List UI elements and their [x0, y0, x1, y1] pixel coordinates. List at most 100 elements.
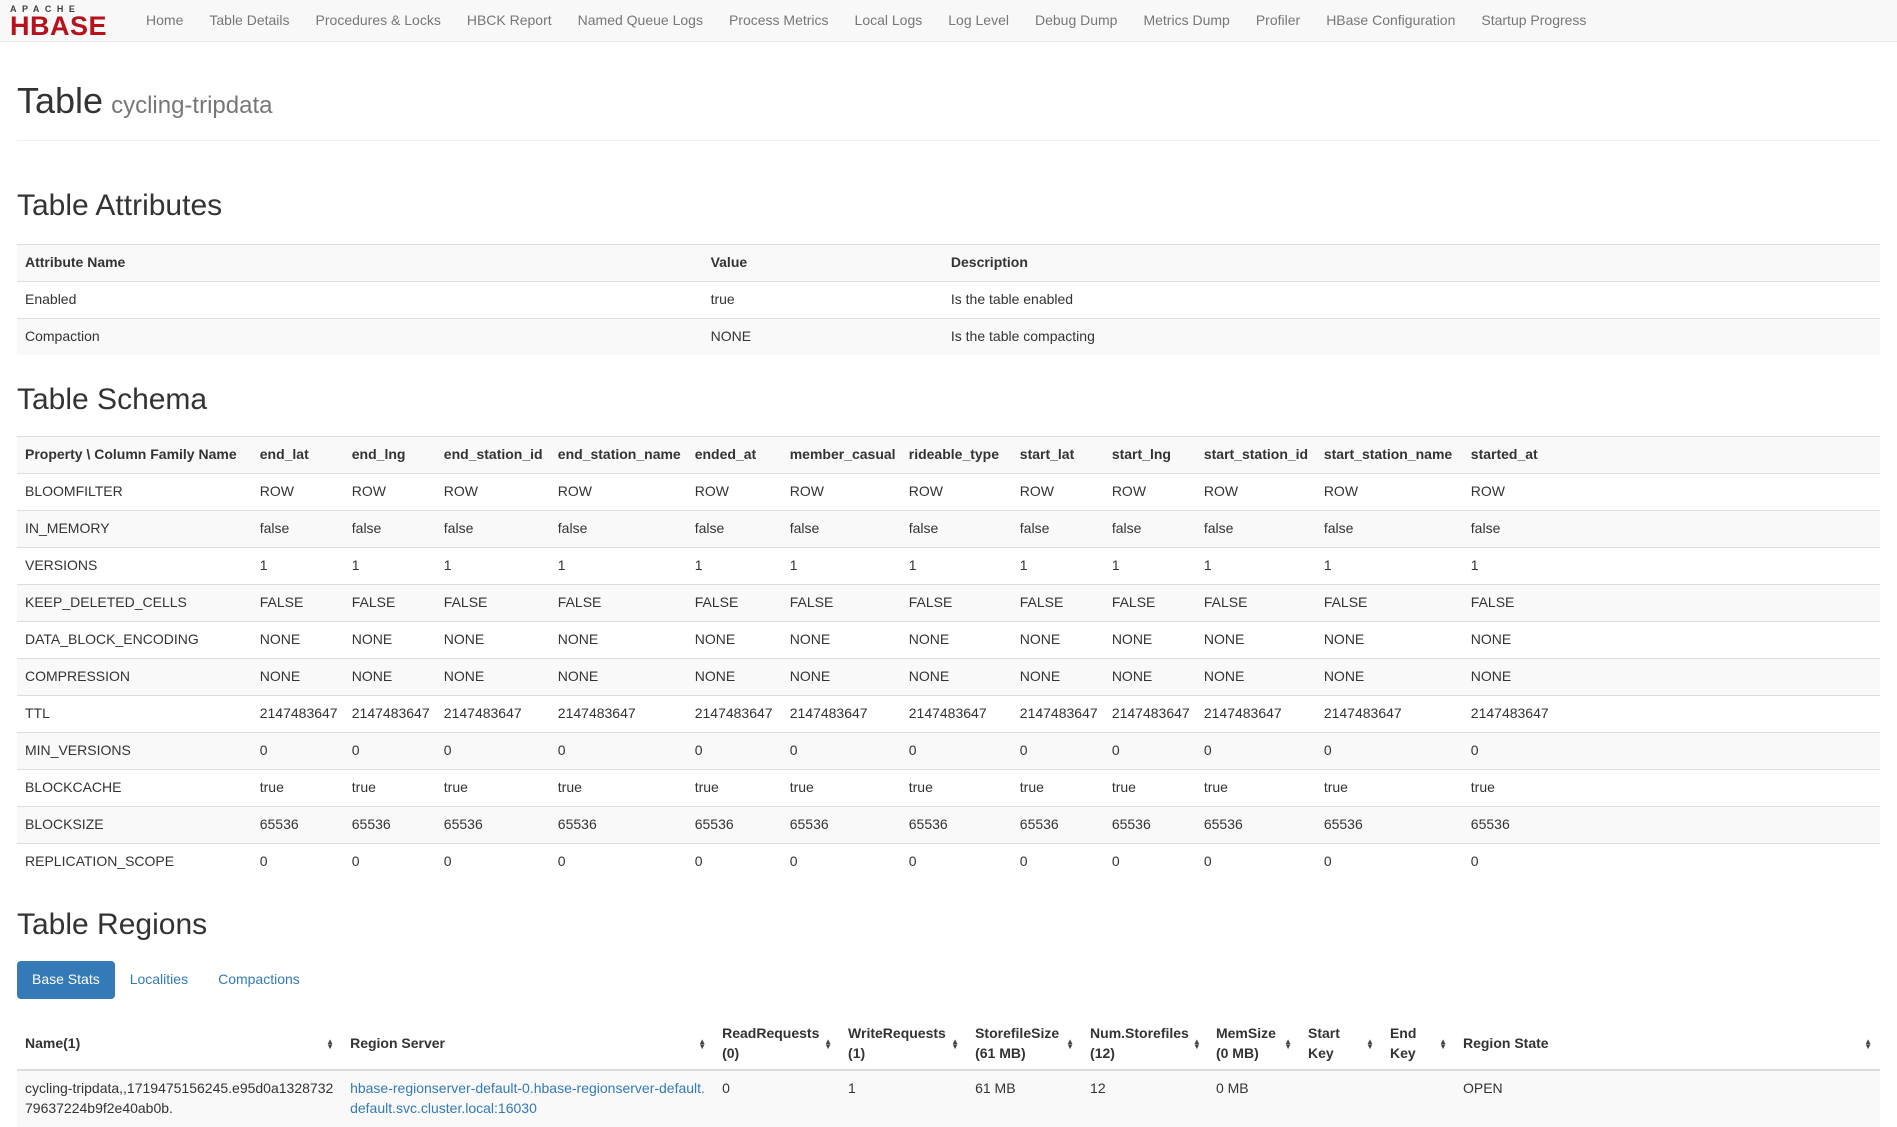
hbase-logo[interactable]: APACHE HBASE — [10, 4, 107, 38]
nav-item-named-queue-logs[interactable]: Named Queue Logs — [565, 0, 716, 41]
nav-item-startup-progress[interactable]: Startup Progress — [1468, 0, 1599, 41]
sort-icon[interactable]: ▲▼ — [951, 1039, 959, 1049]
nav-item-hbck-report[interactable]: HBCK Report — [454, 0, 565, 41]
nav-item-hbase-configuration[interactable]: HBase Configuration — [1313, 0, 1468, 41]
schema-value-cell: 2147483647 — [1104, 695, 1196, 732]
schema-value-cell: NONE — [252, 658, 344, 695]
schema-value-cell: FALSE — [1012, 585, 1104, 622]
tab-base-stats[interactable]: Base Stats — [17, 961, 115, 999]
schema-value-cell: 65536 — [1316, 806, 1463, 843]
schema-value-cell: false — [252, 511, 344, 548]
sort-icon[interactable]: ▲▼ — [1439, 1039, 1447, 1049]
sort-icon[interactable]: ▲▼ — [1066, 1039, 1074, 1049]
nav-item-procedures-locks[interactable]: Procedures & Locks — [303, 0, 454, 41]
regions-col-memsize-0-mb[interactable]: MemSize (0 MB) ▲▼ — [1208, 1019, 1300, 1070]
schema-value-cell: 1 — [1104, 548, 1196, 585]
schema-value-cell: 2147483647 — [436, 695, 550, 732]
attributes-cell: true — [703, 282, 943, 319]
schema-col-start-lng: start_lng — [1104, 437, 1196, 474]
nav-item-debug-dump[interactable]: Debug Dump — [1022, 0, 1131, 41]
nav-item-table-details[interactable]: Table Details — [196, 0, 302, 41]
schema-value-cell: 0 — [1196, 732, 1316, 769]
schema-value-cell: 2147483647 — [550, 695, 687, 732]
schema-value-cell: NONE — [1316, 658, 1463, 695]
sort-icon[interactable]: ▲▼ — [326, 1039, 334, 1049]
schema-value-cell: false — [1012, 511, 1104, 548]
nav-item-home[interactable]: Home — [133, 0, 196, 41]
schema-row: BLOCKSIZE6553665536655366553665536655366… — [17, 806, 1880, 843]
region-cell-storefile-size: 61 MB — [967, 1070, 1082, 1127]
schema-value-cell: ROW — [252, 474, 344, 511]
regions-col-name-1[interactable]: Name(1)▲▼ — [17, 1019, 342, 1070]
table-regions-table: Name(1)▲▼Region Server▲▼ReadRequests (0)… — [17, 1019, 1880, 1127]
schema-col-end-lat: end_lat — [252, 437, 344, 474]
schema-value-cell: FALSE — [901, 585, 1012, 622]
schema-value-cell: 1 — [1196, 548, 1316, 585]
schema-value-cell: 1 — [1012, 548, 1104, 585]
page-header: Tablecycling-tripdata — [17, 75, 1880, 141]
region-server-link[interactable]: hbase-regionserver-default-0.hbase-regio… — [350, 1080, 705, 1116]
regions-col-label: Num.Storefiles (12) — [1090, 1024, 1189, 1064]
region-cell-name: cycling-tripdata,,1719475156245.e95d0a13… — [17, 1070, 342, 1127]
schema-value-cell: FALSE — [550, 585, 687, 622]
sort-icon[interactable]: ▲▼ — [1284, 1039, 1292, 1049]
nav-item-profiler[interactable]: Profiler — [1243, 0, 1313, 41]
sort-icon[interactable]: ▲▼ — [824, 1039, 832, 1049]
sort-icon[interactable]: ▲▼ — [1366, 1039, 1374, 1049]
schema-value-cell: NONE — [1196, 621, 1316, 658]
regions-col-start-key[interactable]: Start Key▲▼ — [1300, 1019, 1382, 1070]
regions-col-label: MemSize (0 MB) — [1216, 1024, 1280, 1064]
table-schema-section: Table Schema Property \ Column Family Na… — [17, 379, 1880, 880]
sort-icon[interactable]: ▲▼ — [698, 1039, 706, 1049]
schema-value-cell: FALSE — [1463, 585, 1880, 622]
schema-property-cell: VERSIONS — [17, 548, 252, 585]
schema-value-cell: false — [1463, 511, 1880, 548]
schema-value-cell: FALSE — [252, 585, 344, 622]
tab-localities[interactable]: Localities — [115, 961, 203, 999]
schema-value-cell: NONE — [1012, 658, 1104, 695]
schema-value-cell: 0 — [687, 732, 782, 769]
regions-col-writerequests-1[interactable]: WriteRequests (1)▲▼ — [840, 1019, 967, 1070]
regions-col-storefilesize-61-mb[interactable]: StorefileSize (61 MB)▲▼ — [967, 1019, 1082, 1070]
schema-value-cell: 1 — [436, 548, 550, 585]
tab-compactions[interactable]: Compactions — [203, 961, 315, 999]
schema-value-cell: 1 — [252, 548, 344, 585]
schema-row: BLOOMFILTERROWROWROWROWROWROWROWROWROWRO… — [17, 474, 1880, 511]
schema-value-cell: 0 — [550, 732, 687, 769]
regions-header-row: Name(1)▲▼Region Server▲▼ReadRequests (0)… — [17, 1019, 1880, 1070]
schema-value-cell: NONE — [436, 658, 550, 695]
schema-value-cell: 2147483647 — [1463, 695, 1880, 732]
nav-item-log-level[interactable]: Log Level — [935, 0, 1022, 41]
nav-item-process-metrics[interactable]: Process Metrics — [716, 0, 842, 41]
logo-hbase-text: HBASE — [10, 14, 107, 38]
schema-col-started-at: started_at — [1463, 437, 1880, 474]
schema-value-cell: ROW — [901, 474, 1012, 511]
schema-value-cell: 0 — [550, 843, 687, 879]
attributes-col-attribute-name: Attribute Name — [17, 245, 703, 282]
schema-col-member-casual: member_casual — [782, 437, 901, 474]
regions-col-end-key[interactable]: End Key▲▼ — [1382, 1019, 1455, 1070]
regions-col-region-server[interactable]: Region Server▲▼ — [342, 1019, 714, 1070]
schema-value-cell: ROW — [782, 474, 901, 511]
schema-property-cell: TTL — [17, 695, 252, 732]
schema-value-cell: NONE — [1104, 621, 1196, 658]
schema-value-cell: FALSE — [1316, 585, 1463, 622]
sort-icon[interactable]: ▲▼ — [1193, 1039, 1201, 1049]
regions-col-readrequests-0[interactable]: ReadRequests (0)▲▼ — [714, 1019, 840, 1070]
attributes-cell: Is the table enabled — [943, 282, 1880, 319]
schema-header-row: Property \ Column Family Nameend_latend_… — [17, 437, 1880, 474]
table-name: cycling-tripdata — [111, 92, 272, 119]
sort-icon[interactable]: ▲▼ — [1864, 1039, 1872, 1049]
schema-value-cell: NONE — [782, 658, 901, 695]
schema-value-cell: 0 — [1463, 732, 1880, 769]
schema-value-cell: 65536 — [1104, 806, 1196, 843]
schema-value-cell: NONE — [436, 621, 550, 658]
schema-row: KEEP_DELETED_CELLSFALSEFALSEFALSEFALSEFA… — [17, 585, 1880, 622]
schema-value-cell: 0 — [1104, 732, 1196, 769]
schema-value-cell: 0 — [782, 732, 901, 769]
nav-item-local-logs[interactable]: Local Logs — [842, 0, 936, 41]
nav-item-metrics-dump[interactable]: Metrics Dump — [1130, 0, 1242, 41]
regions-col-region-state[interactable]: Region State▲▼ — [1455, 1019, 1880, 1070]
regions-col-num-storefiles-12[interactable]: Num.Storefiles (12) ▲▼ — [1082, 1019, 1208, 1070]
table-regions-heading: Table Regions — [17, 904, 1880, 947]
